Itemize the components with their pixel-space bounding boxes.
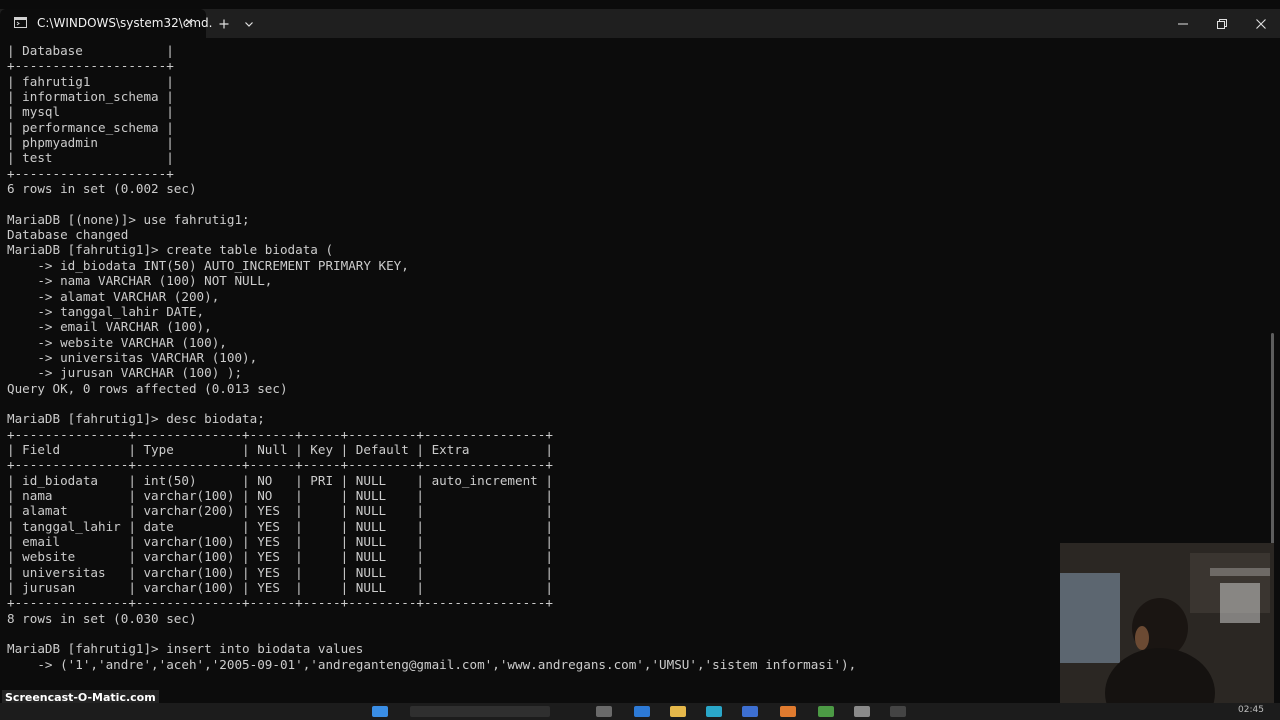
app-icon[interactable] <box>742 706 758 717</box>
terminal-line: Query OK, 0 rows affected (0.013 sec) <box>7 380 288 396</box>
terminal-line: | fahrutig1 | <box>7 73 174 89</box>
edge-icon[interactable] <box>634 706 650 717</box>
terminal-line: +---------------+--------------+------+-… <box>7 595 553 611</box>
taskbar-clock: 02:45 <box>1238 705 1264 715</box>
terminal-line: | website | varchar(100) | YES | | NULL … <box>7 549 553 565</box>
terminal-line: 6 rows in set (0.002 sec) <box>7 181 197 197</box>
terminal-line: MariaDB [fahrutig1]> insert into biodata… <box>7 641 364 657</box>
title-bar: C:\WINDOWS\system32\cmd. <box>0 9 1280 38</box>
taskview-icon[interactable] <box>596 706 612 717</box>
plus-icon[interactable] <box>216 16 232 32</box>
terminal-line: | alamat | varchar(200) | YES | | NULL |… <box>7 503 553 519</box>
terminal-line: | performance_schema | <box>7 119 174 135</box>
terminal-line: | Database | <box>7 43 174 58</box>
top-strip <box>0 0 1280 9</box>
terminal-line: -> nama VARCHAR (100) NOT NULL, <box>7 273 273 289</box>
terminal-line: | universitas | varchar(100) | YES | | N… <box>7 564 553 580</box>
folder-icon[interactable] <box>670 706 686 717</box>
terminal-line: -> email VARCHAR (100), <box>7 319 212 335</box>
app-icon-3[interactable] <box>818 706 834 717</box>
terminal-line: | nama | varchar(100) | NO | | NULL | | <box>7 487 553 503</box>
terminal-line: MariaDB [fahrutig1]> desc biodata; <box>7 411 265 427</box>
webcam-overlay <box>1060 543 1274 703</box>
webcam-image <box>1060 543 1274 703</box>
terminal-line: | Field | Type | Null | Key | Default | … <box>7 441 553 457</box>
taskbar-search[interactable] <box>410 706 550 717</box>
terminal-line: -> website VARCHAR (100), <box>7 334 227 350</box>
terminal-line: | test | <box>7 150 174 166</box>
restore-icon[interactable] <box>1215 17 1229 31</box>
terminal-line: -> jurusan VARCHAR (100) ); <box>7 365 243 381</box>
terminal-line: | phpmyadmin | <box>7 135 174 151</box>
terminal-line: | information_schema | <box>7 89 174 105</box>
close-icon[interactable] <box>1254 17 1268 31</box>
chevron-down-icon[interactable] <box>242 17 256 31</box>
minimize-icon[interactable] <box>1176 17 1190 31</box>
terminal-line: +--------------------+ <box>7 58 174 74</box>
store-icon[interactable] <box>706 706 722 717</box>
terminal-line: MariaDB [(none)]> use fahrutig1; <box>7 211 250 227</box>
taskbar: 02:45 <box>0 703 1280 720</box>
terminal-line: | jurusan | varchar(100) | YES | | NULL … <box>7 580 553 596</box>
terminal-taskbar-icon[interactable] <box>890 706 906 717</box>
app-icon-2[interactable] <box>780 706 796 717</box>
start-icon[interactable] <box>372 706 388 717</box>
terminal-line: 8 rows in set (0.030 sec) <box>7 610 197 626</box>
app-icon-4[interactable] <box>854 706 870 717</box>
terminal-line: -> id_biodata INT(50) AUTO_INCREMENT PRI… <box>7 257 409 273</box>
terminal-icon <box>14 17 27 28</box>
terminal-line: Database changed <box>7 227 129 243</box>
terminal-line: | tanggal_lahir | date | YES | | NULL | … <box>7 518 553 534</box>
terminal-line: | email | varchar(100) | YES | | NULL | … <box>7 534 553 549</box>
terminal-line: -> ('1','andre','aceh','2005-09-01','and… <box>7 656 857 672</box>
terminal-line: +--------------------+ <box>7 165 174 181</box>
terminal-lines: | Database | +--------------------+ | fahr… <box>7 43 856 672</box>
terminal-line: | id_biodata | int(50) | NO | PRI | NULL… <box>7 472 553 488</box>
close-icon[interactable] <box>183 16 195 28</box>
terminal-line: MariaDB [fahrutig1]> create table biodat… <box>7 242 334 258</box>
terminal-line: -> alamat VARCHAR (200), <box>7 288 220 304</box>
terminal-line: +---------------+--------------+------+-… <box>7 426 553 442</box>
terminal-line: +---------------+--------------+------+-… <box>7 457 553 473</box>
tab-cmd[interactable]: C:\WINDOWS\system32\cmd. <box>0 9 212 38</box>
terminal-line: -> universitas VARCHAR (100), <box>7 349 258 365</box>
terminal-line: | mysql | <box>7 104 174 120</box>
terminal-line: -> tanggal_lahir DATE, <box>7 303 205 319</box>
